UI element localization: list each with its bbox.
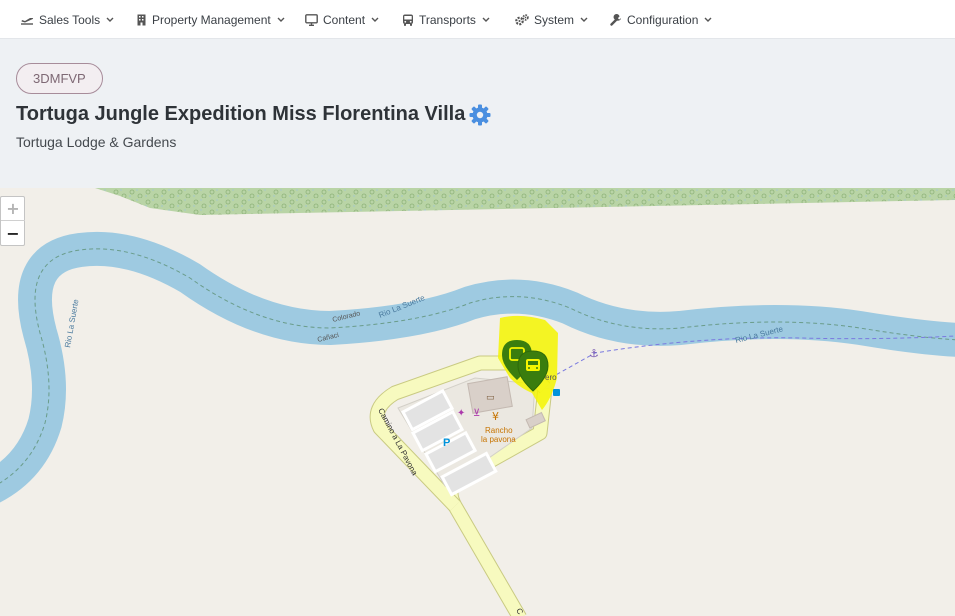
building-icon [136,14,147,26]
wrench-icon [610,13,622,26]
property-map[interactable]: ⚓ ▭ ✦ ⊻ ¥ Rio La Suerte Rio La Suerte Ri… [0,188,955,616]
gears-icon [515,13,529,26]
nav-content-label: Content [323,12,366,27]
map-label-restaurant-1: Rancho [485,426,513,435]
map-label-partial: ero [545,373,557,382]
anchor-icon: ⚓ [589,347,599,360]
map-label-river-left: Rio La Suerte [63,298,80,348]
property-code-badge[interactable]: 3DMFVP [16,63,103,94]
page-header: 3DMFVP Tortuga Jungle Expedition Miss Fl… [0,39,955,188]
nav-property-management[interactable]: Property Management [136,0,285,39]
page-title: Tortuga Jungle Expedition Miss Florentin… [16,103,466,125]
chevron-down-icon [277,17,285,23]
chevron-down-icon [580,17,588,23]
chevron-down-icon [704,17,712,23]
bus-icon [402,14,414,26]
monitor-icon [305,13,318,26]
parking-icon: P [443,437,450,449]
nav-system[interactable]: System [515,0,588,39]
nav-sales-tools-label: Sales Tools [39,12,101,27]
restaurant-icon: ¥ [492,410,499,423]
nav-property-management-label: Property Management [152,12,271,27]
zoom-in-button[interactable]: + [1,197,25,221]
chevron-down-icon [106,17,114,23]
page-subtitle: Tortuga Lodge & Gardens [16,134,177,150]
map-label-restaurant-2: la pavona [481,435,516,444]
nav-transports[interactable]: Transports [402,0,490,39]
bus-stop-icon [553,389,560,396]
zoom-out-button[interactable]: − [1,221,25,245]
nav-transports-label: Transports [419,12,476,27]
hotel-icon: ▭ [486,393,495,403]
zoom-control: + − [0,196,25,246]
top-navbar: Sales Tools Property Management Content … [0,0,955,39]
chevron-down-icon [482,17,490,23]
gift-shop-icon: ✦ [457,408,465,419]
shopping-cart-icon: ⊻ [473,408,480,419]
nav-content[interactable]: Content [305,0,379,39]
nav-configuration-label: Configuration [627,12,699,27]
nav-configuration[interactable]: Configuration [610,0,712,39]
gear-icon[interactable] [468,103,492,127]
wetland-area [95,188,955,215]
chevron-down-icon [371,17,379,23]
nav-sales-tools[interactable]: Sales Tools [20,0,114,39]
plane-icon [20,14,34,26]
nav-system-label: System [534,12,575,27]
